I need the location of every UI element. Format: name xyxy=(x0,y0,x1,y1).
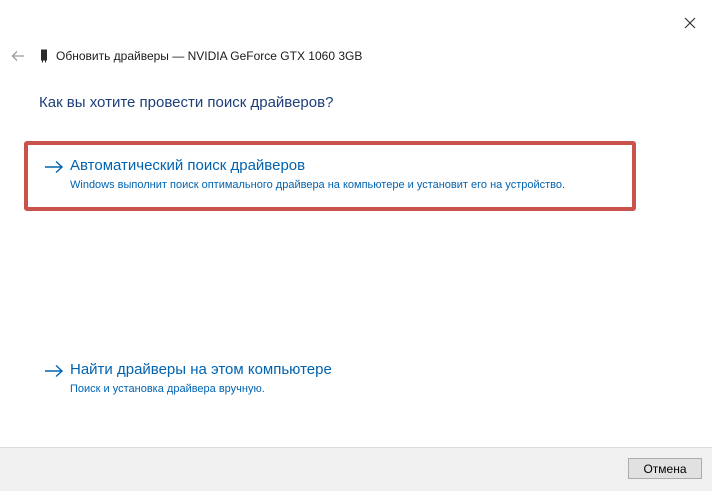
back-button[interactable] xyxy=(8,46,28,66)
window-title: Обновить драйверы — NVIDIA GeForce GTX 1… xyxy=(56,49,363,63)
manual-search-description: Поиск и установка драйвера вручную. xyxy=(70,383,265,395)
cancel-button[interactable]: Отмена xyxy=(628,458,702,479)
title-bar: Обновить драйверы — NVIDIA GeForce GTX 1… xyxy=(8,46,362,66)
close-button[interactable] xyxy=(676,10,704,36)
auto-search-description: Windows выполнит поиск оптимального драй… xyxy=(70,179,566,191)
auto-search-option[interactable]: Автоматический поиск драйверов Windows в… xyxy=(44,156,565,191)
arrow-right-icon xyxy=(44,158,66,176)
manual-search-title: Найти драйверы на этом компьютере xyxy=(70,361,332,378)
auto-search-title: Автоматический поиск драйверов xyxy=(70,157,306,174)
close-icon xyxy=(684,17,696,29)
page-heading: Как вы хотите провести поиск драйверов? xyxy=(39,94,334,111)
arrow-right-icon xyxy=(44,362,66,380)
manual-search-option[interactable]: Найти драйверы на этом компьютере Поиск … xyxy=(44,360,332,395)
graphics-card-icon xyxy=(38,48,50,64)
update-drivers-dialog: Обновить драйверы — NVIDIA GeForce GTX 1… xyxy=(0,0,712,491)
back-arrow-icon xyxy=(11,51,24,61)
dialog-footer: Отмена xyxy=(0,447,712,491)
